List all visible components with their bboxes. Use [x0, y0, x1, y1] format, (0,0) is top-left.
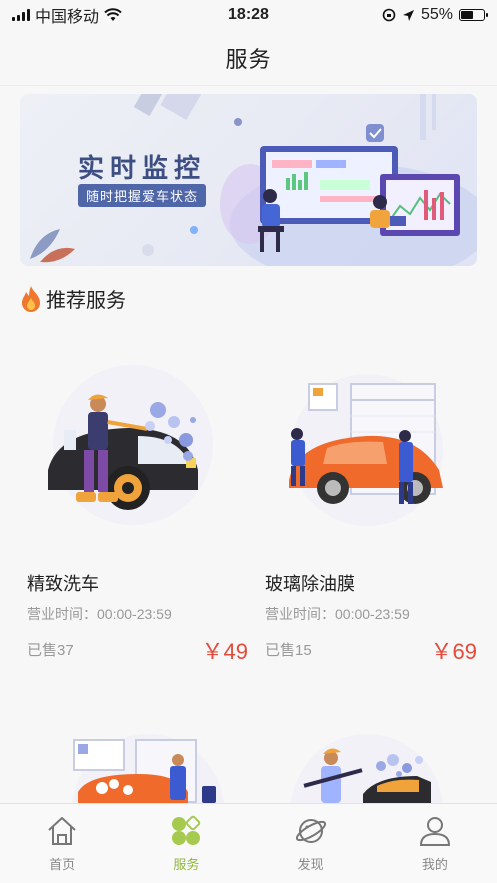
glass-film-removal-illustration: [289, 374, 443, 526]
tab-label: 发现: [297, 857, 324, 872]
clock: 18:28: [228, 6, 269, 23]
service-card[interactable]: 精致洗车 营业时间：00:00-23:59 已售37 ￥49: [18, 360, 248, 670]
tab-mine[interactable]: 我的: [373, 804, 497, 883]
tab-discover[interactable]: 发现: [249, 804, 373, 883]
home-icon: [48, 817, 76, 845]
tab-label: 服务: [173, 857, 200, 872]
service-card[interactable]: [247, 730, 477, 803]
battery-icon: [459, 9, 488, 21]
service-hours: 营业时间：00:00-23:59: [27, 606, 172, 622]
flame-icon: [22, 285, 40, 312]
tab-label: 我的: [421, 857, 448, 872]
service-card[interactable]: [18, 730, 248, 803]
status-bar: 中国移动 18:28 55%: [0, 0, 497, 30]
recommended-section-header: 推荐服务: [20, 284, 126, 313]
car-cleaning-illustration: [291, 734, 443, 803]
monitor-banner[interactable]: 实时监控 随时把握爱车状态: [20, 94, 477, 266]
sold-count: 已售15: [265, 642, 312, 659]
carrier-label: 中国移动: [35, 9, 100, 26]
wifi-icon: [104, 8, 122, 21]
car-foam-wash-illustration: [72, 734, 224, 803]
tab-home[interactable]: 首页: [0, 804, 124, 883]
nav-bar: 服务: [0, 30, 497, 86]
section-title: 推荐服务: [46, 290, 126, 312]
rotation-lock-icon: [382, 8, 396, 22]
service-name: 精致洗车: [27, 574, 99, 594]
sold-count: 已售37: [27, 642, 74, 659]
service-card[interactable]: 玻璃除油膜 营业时间：00:00-23:59 已售15 ￥69: [247, 360, 477, 670]
tab-service[interactable]: 服务: [124, 804, 248, 883]
banner-subtitle: 随时把握爱车状态: [78, 184, 207, 207]
service-price: ￥49: [201, 639, 248, 664]
banner-title: 实时监控: [78, 153, 207, 183]
location-icon: [402, 9, 414, 21]
car-wash-illustration: [48, 365, 213, 525]
tab-bar: 首页 服务 发现 我的: [0, 803, 497, 883]
planet-icon: [295, 819, 326, 843]
service-name: 玻璃除油膜: [265, 574, 355, 594]
service-price: ￥69: [430, 639, 477, 664]
page-title: 服务: [225, 46, 272, 72]
battery-percent: 55%: [420, 6, 453, 23]
service-hours: 营业时间：00:00-23:59: [265, 606, 410, 622]
signal-icon: [12, 9, 30, 21]
user-icon: [419, 817, 450, 846]
tab-label: 首页: [49, 857, 76, 872]
clover-icon: [172, 815, 201, 845]
